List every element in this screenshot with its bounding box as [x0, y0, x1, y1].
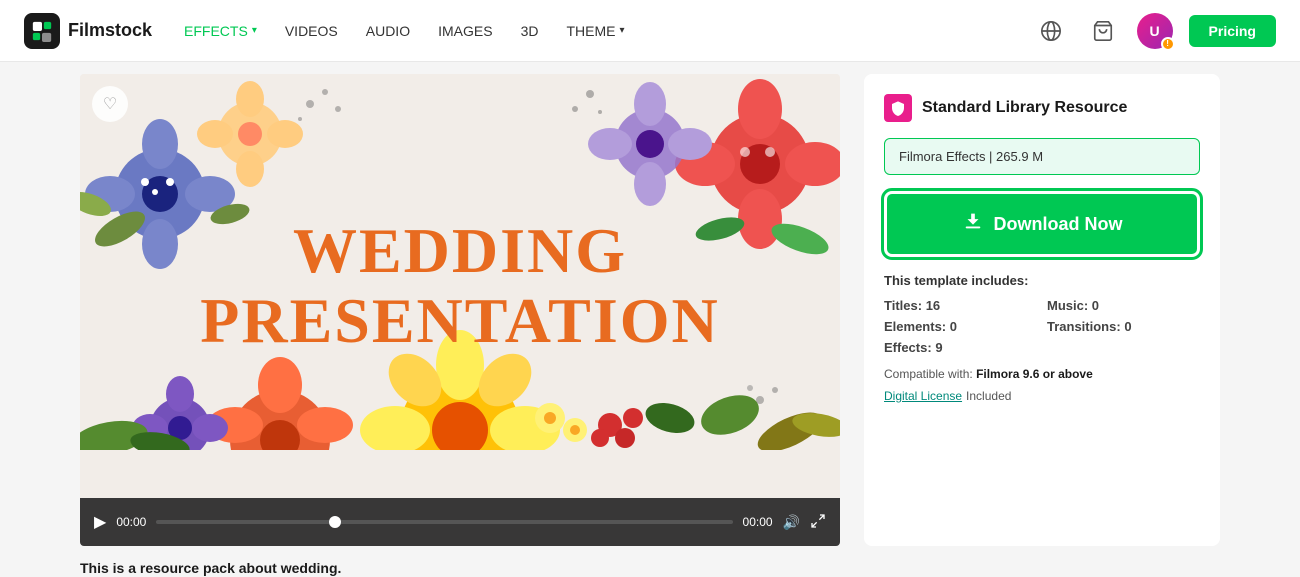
titles-item: Titles: 16 — [884, 298, 1037, 313]
progress-dot — [329, 516, 341, 528]
heart-button[interactable]: ♡ — [92, 86, 128, 122]
download-button[interactable]: Download Now — [884, 191, 1200, 257]
content-row: ♡ WEDDING PRESENTATION ▶ 00:00 00:00 🔊 — [80, 74, 1220, 546]
nav-right: U ! Pricing — [1033, 13, 1276, 49]
navbar: Filmstock EFFECTS ▾ VIDEOS AUDIO IMAGES … — [0, 0, 1300, 62]
elements-item: Elements: 0 — [884, 319, 1037, 334]
avatar-badge: ! — [1161, 37, 1175, 51]
chevron-down-icon: ▾ — [252, 25, 257, 36]
nav-images[interactable]: IMAGES — [438, 23, 492, 39]
nav-theme[interactable]: THEME ▾ — [566, 23, 624, 39]
volume-icon[interactable]: 🔊 — [783, 514, 800, 531]
nav-audio[interactable]: AUDIO — [366, 23, 410, 39]
resource-title: Standard Library Resource — [922, 99, 1127, 117]
digital-license-link[interactable]: Digital License — [884, 389, 962, 403]
shield-icon — [884, 94, 912, 122]
music-item: Music: 0 — [1047, 298, 1200, 313]
video-title: WEDDING PRESENTATION — [200, 216, 720, 357]
description-text: This is a resource pack about wedding. — [80, 560, 1220, 576]
resource-header: Standard Library Resource — [884, 94, 1200, 122]
file-tag: Filmora Effects | 265.9 M — [884, 138, 1200, 175]
chevron-down-icon: ▾ — [619, 25, 624, 36]
nav-3d[interactable]: 3D — [521, 23, 539, 39]
video-controls: ▶ 00:00 00:00 🔊 — [80, 498, 840, 546]
effects-item: Effects: 9 — [884, 340, 1037, 355]
nav-effects[interactable]: EFFECTS ▾ — [184, 23, 257, 39]
globe-icon[interactable] — [1033, 13, 1069, 49]
pricing-button[interactable]: Pricing — [1189, 15, 1276, 47]
progress-bar[interactable] — [156, 520, 732, 524]
play-button[interactable]: ▶ — [94, 512, 106, 532]
transitions-item: Transitions: 0 — [1047, 319, 1200, 334]
logo[interactable]: Filmstock — [24, 13, 152, 49]
nav-videos[interactable]: VIDEOS — [285, 23, 338, 39]
compatible-row: Compatible with: Filmora 9.6 or above — [884, 367, 1200, 381]
license-row: Digital License Included — [884, 389, 1200, 403]
fullscreen-icon[interactable] — [810, 513, 826, 532]
main-content: ♡ WEDDING PRESENTATION ▶ 00:00 00:00 🔊 — [0, 62, 1300, 576]
includes-grid: Titles: 16 Music: 0 Elements: 0 Transiti… — [884, 298, 1200, 355]
video-frame: ♡ WEDDING PRESENTATION — [80, 74, 840, 498]
download-icon — [962, 210, 984, 238]
nav-links: EFFECTS ▾ VIDEOS AUDIO IMAGES 3D THEME ▾ — [184, 23, 1033, 39]
includes-title: This template includes: — [884, 273, 1200, 288]
logo-text: Filmstock — [68, 20, 152, 41]
time-start: 00:00 — [116, 515, 146, 529]
cart-icon[interactable] — [1085, 13, 1121, 49]
avatar[interactable]: U ! — [1137, 13, 1173, 49]
sidebar-panel: Standard Library Resource Filmora Effect… — [864, 74, 1220, 546]
logo-icon — [24, 13, 60, 49]
video-container: ♡ WEDDING PRESENTATION ▶ 00:00 00:00 🔊 — [80, 74, 840, 546]
time-end: 00:00 — [743, 515, 773, 529]
